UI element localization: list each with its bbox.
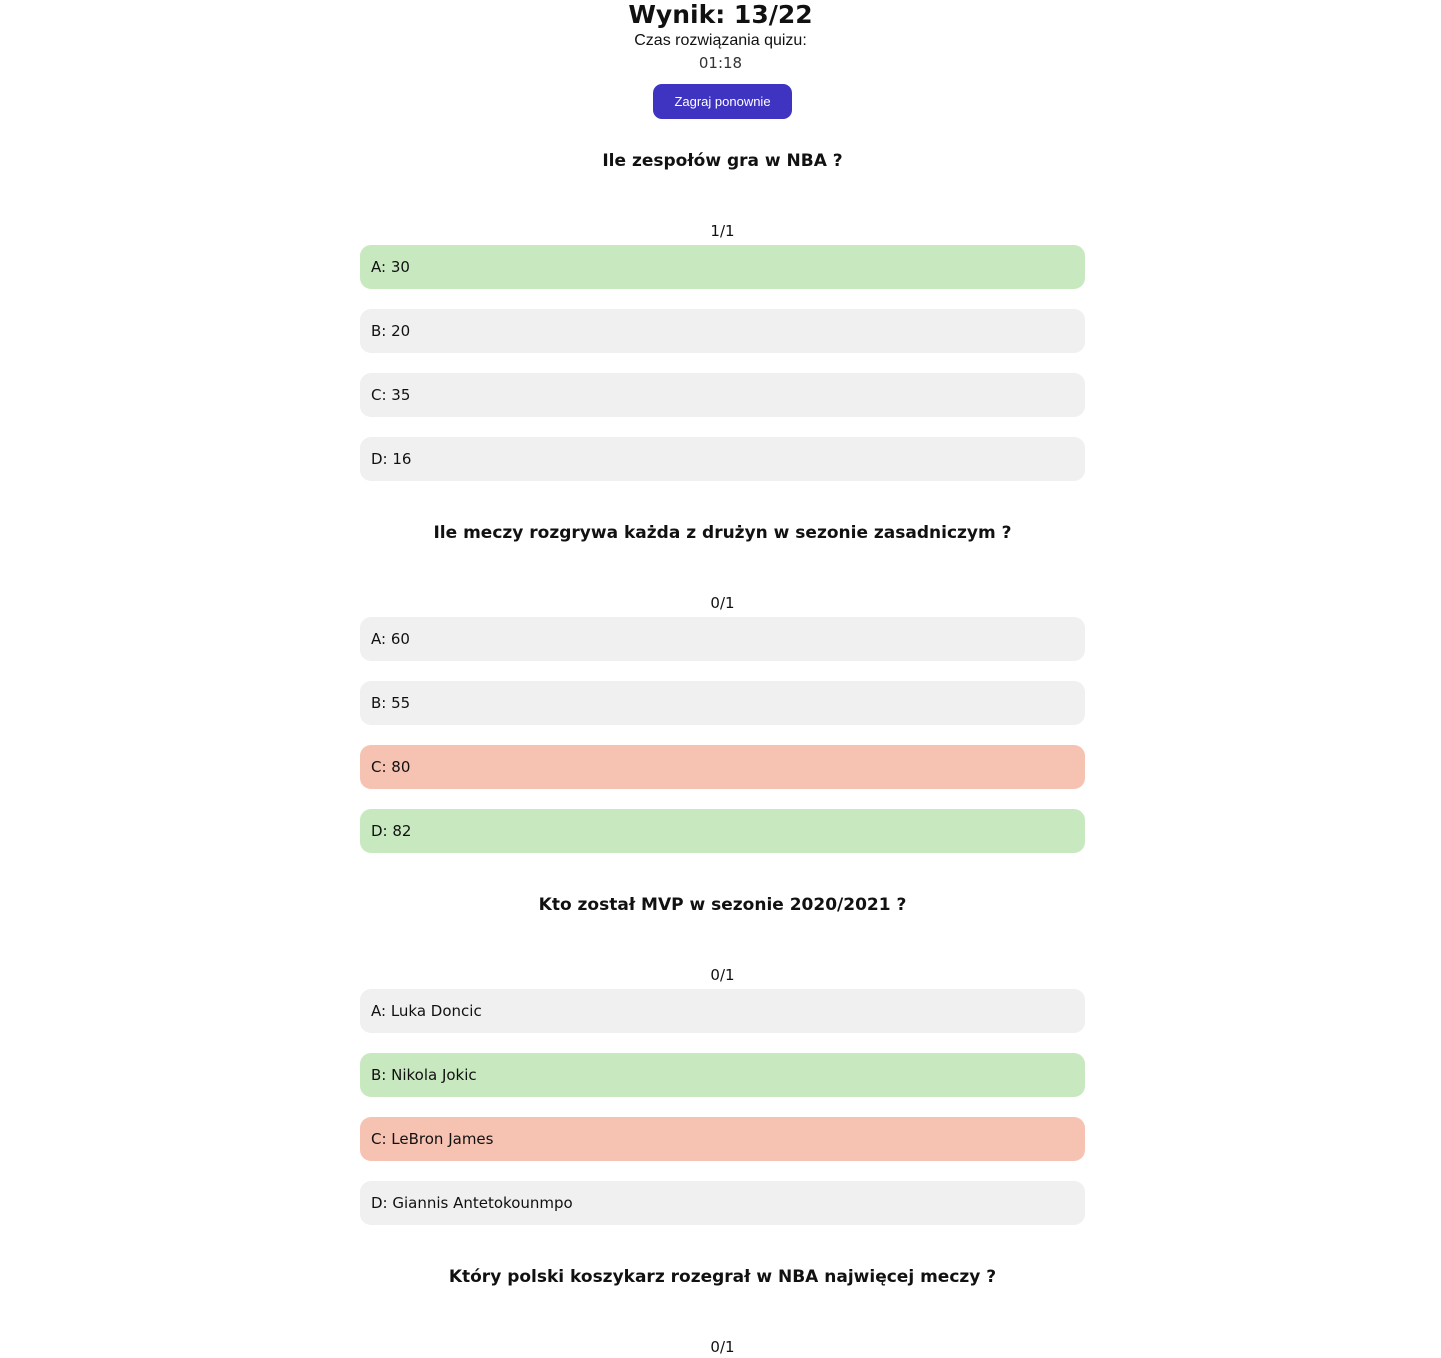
score-title: Wynik: 13/22 — [628, 0, 813, 29]
time-label: Czas rozwiązania quizu: — [634, 32, 807, 49]
answer-option[interactable]: D: 16 — [360, 437, 1085, 481]
answer-option[interactable]: A: Luka Doncic — [360, 989, 1085, 1033]
answer-option[interactable]: B: 20 — [360, 309, 1085, 353]
answer-option[interactable]: D: 82 — [360, 809, 1085, 853]
answer-option[interactable]: C: LeBron James — [360, 1117, 1085, 1161]
question-title: Ile meczy rozgrywa każda z drużyn w sezo… — [433, 523, 1012, 543]
question-points: 1/1 — [710, 222, 735, 240]
question-title: Kto został MVP w sezonie 2020/2021 ? — [538, 895, 907, 915]
question-points: 0/1 — [710, 966, 735, 984]
time-value: 01:18 — [698, 54, 743, 72]
play-again-button[interactable]: Zagraj ponownie — [653, 84, 792, 119]
answer-option[interactable]: D: Giannis Antetokounmpo — [360, 1181, 1085, 1225]
answer-option[interactable]: B: 55 — [360, 681, 1085, 725]
question-points: 0/1 — [710, 594, 735, 612]
answer-option[interactable]: A: 60 — [360, 617, 1085, 661]
answer-option[interactable]: C: 80 — [360, 745, 1085, 789]
answer-option[interactable]: B: Nikola Jokic — [360, 1053, 1085, 1097]
question-points: 0/1 — [710, 1338, 735, 1356]
answer-option[interactable]: C: 35 — [360, 373, 1085, 417]
question-title: Ile zespołów gra w NBA ? — [602, 151, 843, 171]
answer-option[interactable]: A: 30 — [360, 245, 1085, 289]
question-title: Który polski koszykarz rozegrał w NBA na… — [448, 1267, 997, 1287]
